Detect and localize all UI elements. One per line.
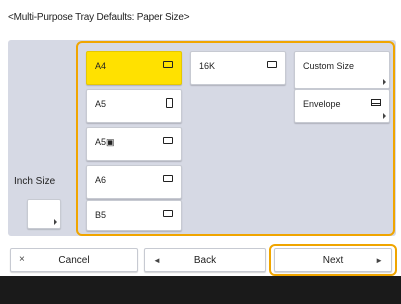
landscape-sheet-icon — [163, 137, 173, 144]
inch-size-label: Inch Size — [14, 176, 56, 187]
size-label: A4 — [95, 61, 107, 71]
back-button[interactable]: ◄ Back — [144, 248, 266, 272]
size-button-a4[interactable]: A4 — [86, 51, 182, 85]
size-label: 16K — [199, 61, 216, 71]
next-label: Next — [322, 255, 344, 266]
size-button-16k[interactable]: 16K — [190, 51, 286, 85]
size-button-a5r[interactable]: A5▣ — [86, 127, 182, 161]
status-bar — [0, 276, 401, 304]
chevron-right-icon — [383, 79, 386, 85]
landscape-sheet-icon — [163, 210, 173, 217]
landscape-sheet-icon — [267, 61, 277, 68]
size-label: A5 — [95, 99, 107, 109]
size-label: A5▣ — [95, 137, 115, 147]
custom-size-button[interactable]: Custom Size — [294, 51, 390, 89]
size-label: A6 — [95, 175, 107, 185]
size-label: B5 — [95, 210, 107, 220]
envelope-button[interactable]: Envelope — [294, 89, 390, 123]
page-title: <Multi-Purpose Tray Defaults: Paper Size… — [8, 12, 190, 23]
portrait-sheet-icon — [166, 98, 173, 108]
cancel-label: Cancel — [58, 255, 90, 266]
chevron-right-icon — [54, 219, 57, 225]
cancel-button[interactable]: × Cancel — [10, 248, 138, 272]
chevron-right-icon — [383, 113, 386, 119]
size-button-a6[interactable]: A6 — [86, 165, 182, 199]
size-button-b5[interactable]: B5 — [86, 200, 182, 231]
next-button[interactable]: Next ► — [274, 248, 392, 272]
inch-size-button[interactable] — [27, 199, 61, 229]
envelope-label: Envelope — [303, 99, 341, 109]
landscape-sheet-icon — [163, 175, 173, 182]
forward-arrow-icon: ► — [375, 256, 383, 265]
envelope-icon — [371, 99, 381, 106]
size-button-a5[interactable]: A5 — [86, 89, 182, 123]
custom-size-label: Custom Size — [303, 61, 355, 71]
landscape-sheet-icon — [163, 61, 173, 68]
back-label: Back — [193, 255, 217, 266]
